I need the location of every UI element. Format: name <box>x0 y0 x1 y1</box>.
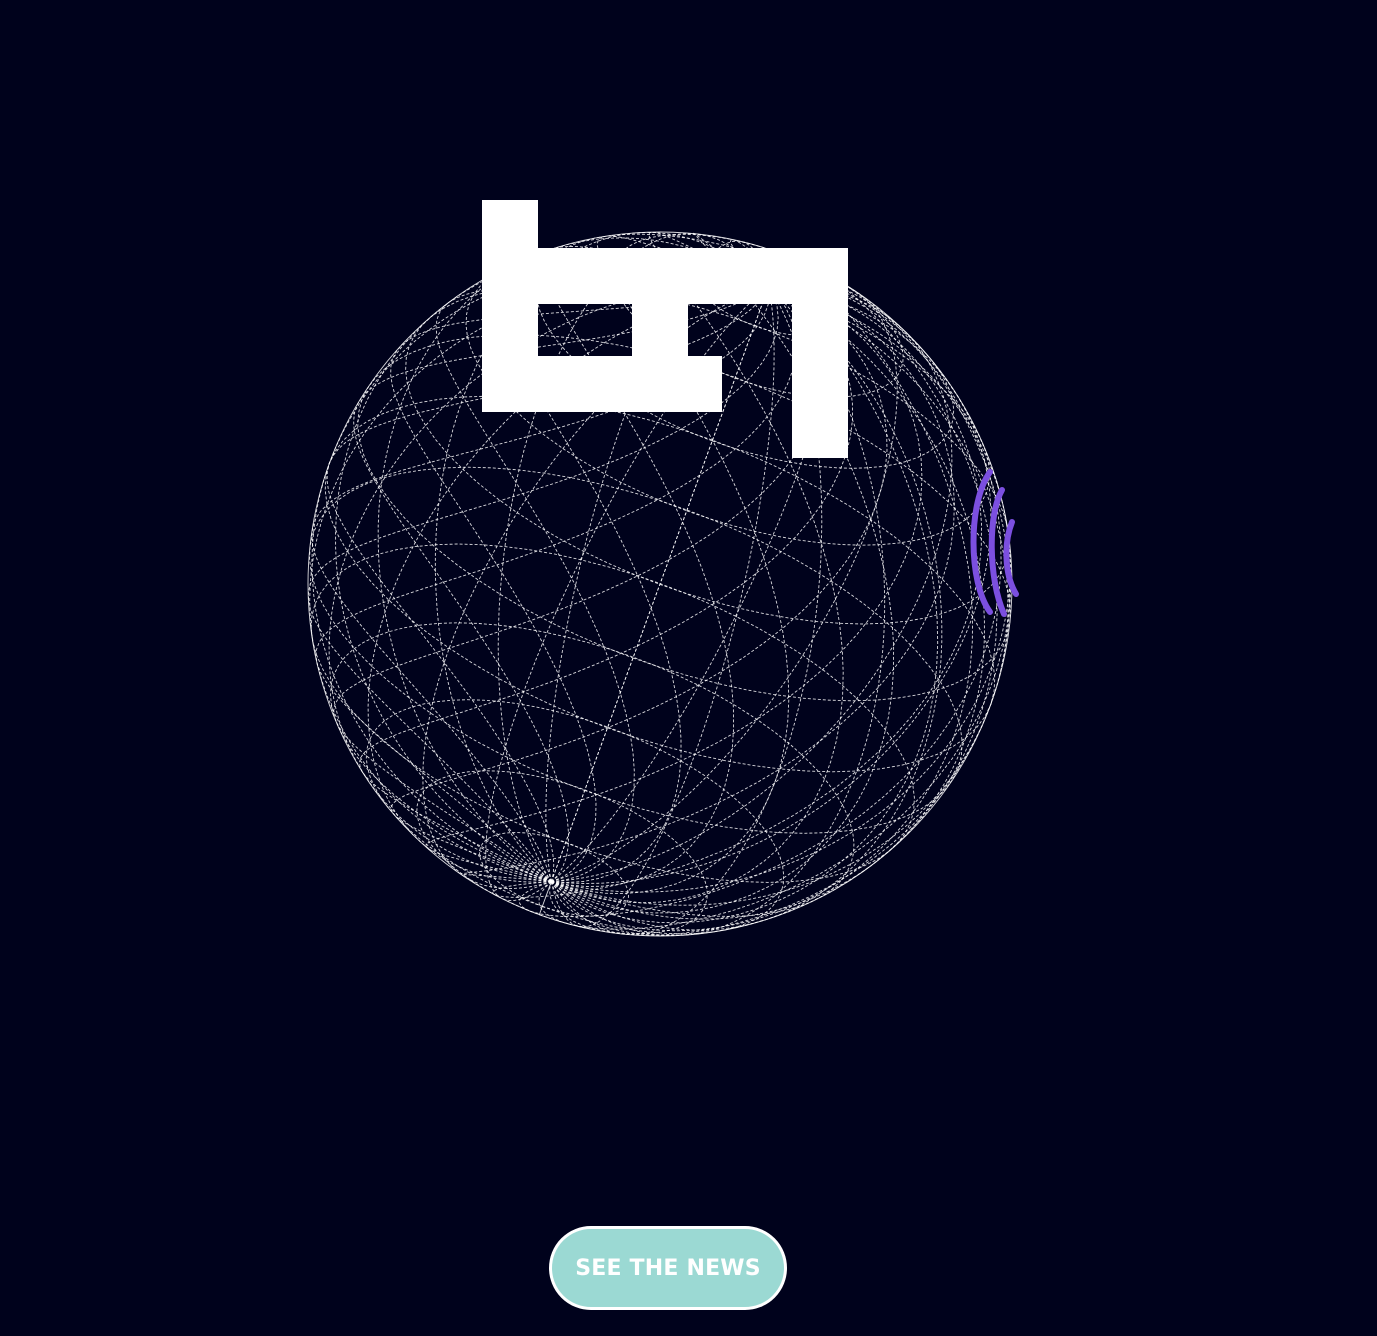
globe-latitude-line <box>310 543 915 883</box>
tg1-logo: tg1 <box>482 200 848 458</box>
globe-latitude-line <box>365 699 785 935</box>
landing-stage: tg1 SEE THE NEWS <box>0 0 1377 1336</box>
purple-wave-marker-icon <box>970 469 1019 617</box>
see-the-news-button[interactable]: SEE THE NEWS <box>549 1226 787 1310</box>
